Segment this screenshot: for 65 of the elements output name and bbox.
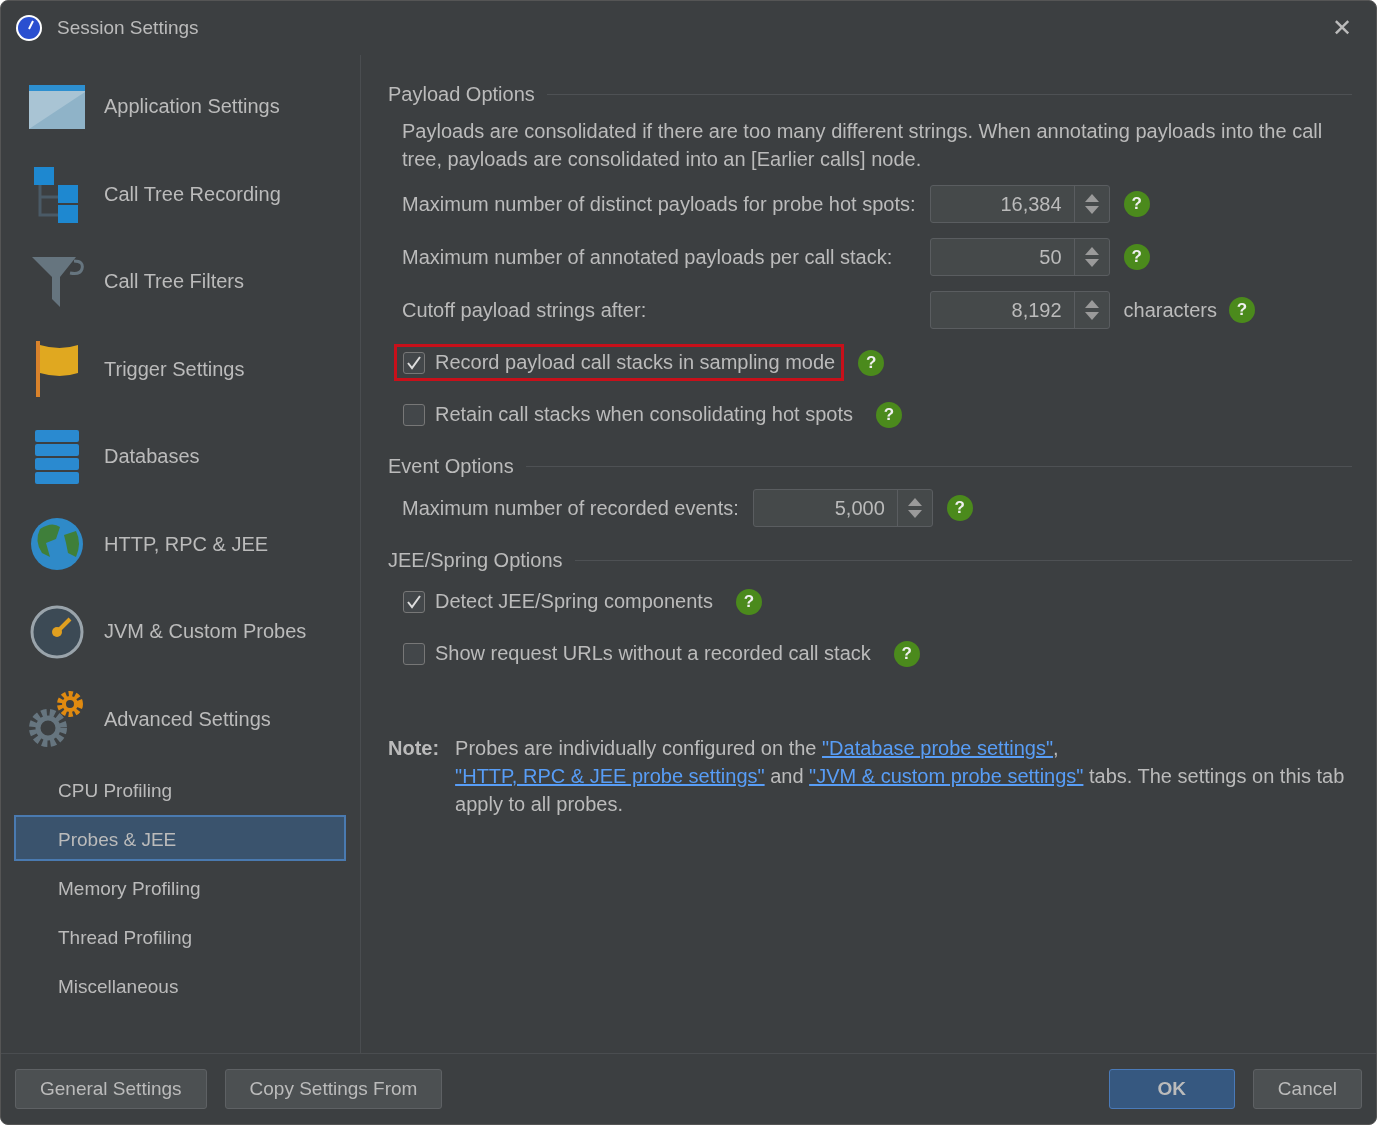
checkbox[interactable] (403, 590, 425, 613)
unit-label: characters (1123, 298, 1217, 322)
spinner-arrows-icon[interactable] (1083, 193, 1100, 215)
field-label: Maximum number of distinct payloads for probe hot spots: (402, 192, 916, 216)
number-spinner[interactable]: 5,000 (752, 489, 933, 527)
gears-icon (28, 690, 86, 749)
sidebar-item[interactable]: CPU Profiling (14, 766, 346, 812)
sidebar-item[interactable]: Thread Profiling (14, 913, 346, 959)
section-title: JEE/Spring Options (388, 548, 563, 572)
close-button[interactable]: ✕ (1322, 14, 1362, 42)
dialog-button[interactable]: General Settings (15, 1069, 207, 1109)
help-icon[interactable]: ? (946, 495, 973, 521)
window-title: Session Settings (57, 17, 200, 39)
checkbox-label[interactable]: Show request URLs without a recorded call stack (435, 642, 871, 665)
window-icon (28, 83, 86, 130)
sidebar-item[interactable]: Trigger Settings (14, 325, 360, 413)
sidebar-item[interactable]: Databases (14, 413, 360, 501)
sidebar-item[interactable]: Call Tree Recording (14, 150, 360, 238)
gauge-icon (30, 604, 84, 659)
funnel-icon (30, 254, 84, 309)
sidebar-item[interactable]: Call Tree Filters (14, 238, 360, 326)
sidebar-item[interactable]: HTTP, RPC & JEE (14, 500, 360, 588)
settings-link[interactable]: "Database probe settings" (822, 737, 1054, 759)
help-icon[interactable]: ? (876, 401, 902, 428)
checkbox-label[interactable]: Record payload call stacks in sampling mode (435, 351, 836, 374)
help-icon[interactable]: ? (1123, 191, 1150, 217)
sidebar-item[interactable]: Miscellaneous (14, 962, 346, 1008)
settings-link[interactable]: "HTTP, RPC & JEE probe settings" (455, 765, 765, 787)
app-logo-icon (15, 14, 43, 42)
flag-icon (34, 341, 80, 398)
field-label: Maximum number of annotated payloads per call stack: (402, 245, 894, 269)
sidebar-item[interactable]: JVM & Custom Probes (14, 588, 360, 676)
help-icon[interactable]: ? (1123, 244, 1150, 270)
section-description: Payloads are consolidated if there are too many different strings. When annotating payloads into the call tree, payloads are consolidated into an [Earlier calls] node. (401, 119, 1324, 172)
help-icon[interactable]: ? (1228, 297, 1255, 323)
spinner-arrows-icon[interactable] (1083, 299, 1100, 321)
dialog-button[interactable]: OK (1108, 1069, 1235, 1109)
number-spinner[interactable]: 50 (929, 238, 1110, 276)
dialog-button[interactable]: Copy Settings From (224, 1069, 443, 1109)
checkbox[interactable] (403, 351, 425, 374)
globe-icon (30, 517, 84, 572)
note-label: Note: (388, 736, 440, 761)
note-text: Probes are individually configured on the "Database probe settings", "HTTP, RPC & JEE probe settings" and "JVM & custom probe settings" tabs. The settings on this tab apply to all probes. (455, 736, 1346, 817)
spinner-arrows-icon[interactable] (906, 497, 923, 519)
sidebar-item[interactable]: Memory Profiling (14, 864, 346, 910)
spinner-arrows-icon[interactable] (1083, 246, 1100, 268)
sidebar-item[interactable]: Advanced Settings (14, 675, 360, 763)
sidebar-item[interactable]: Probes & JEE (14, 815, 346, 861)
number-spinner[interactable]: 8,192 (929, 291, 1110, 329)
help-icon[interactable]: ? (858, 349, 885, 376)
section-title: Payload Options (388, 82, 535, 106)
section-title: Event Options (388, 454, 514, 478)
checkbox[interactable] (403, 403, 425, 426)
checkbox-label[interactable]: Detect JEE/Spring components (435, 590, 713, 613)
database-icon (35, 429, 79, 484)
checkbox-label[interactable]: Retain call stacks when consolidating hot spots (435, 403, 853, 426)
number-spinner[interactable]: 16,384 (929, 185, 1110, 223)
field-label: Maximum number of recorded events: (402, 496, 739, 520)
help-icon[interactable]: ? (735, 588, 762, 615)
sidebar-item[interactable]: Application Settings (14, 63, 360, 151)
dialog-button[interactable]: Cancel (1252, 1069, 1362, 1109)
checkbox[interactable] (403, 642, 425, 665)
help-icon[interactable]: ? (893, 640, 920, 667)
settings-link[interactable]: "JVM & custom probe settings" (809, 765, 1084, 787)
field-label: Cutoff payload strings after: (402, 298, 648, 322)
